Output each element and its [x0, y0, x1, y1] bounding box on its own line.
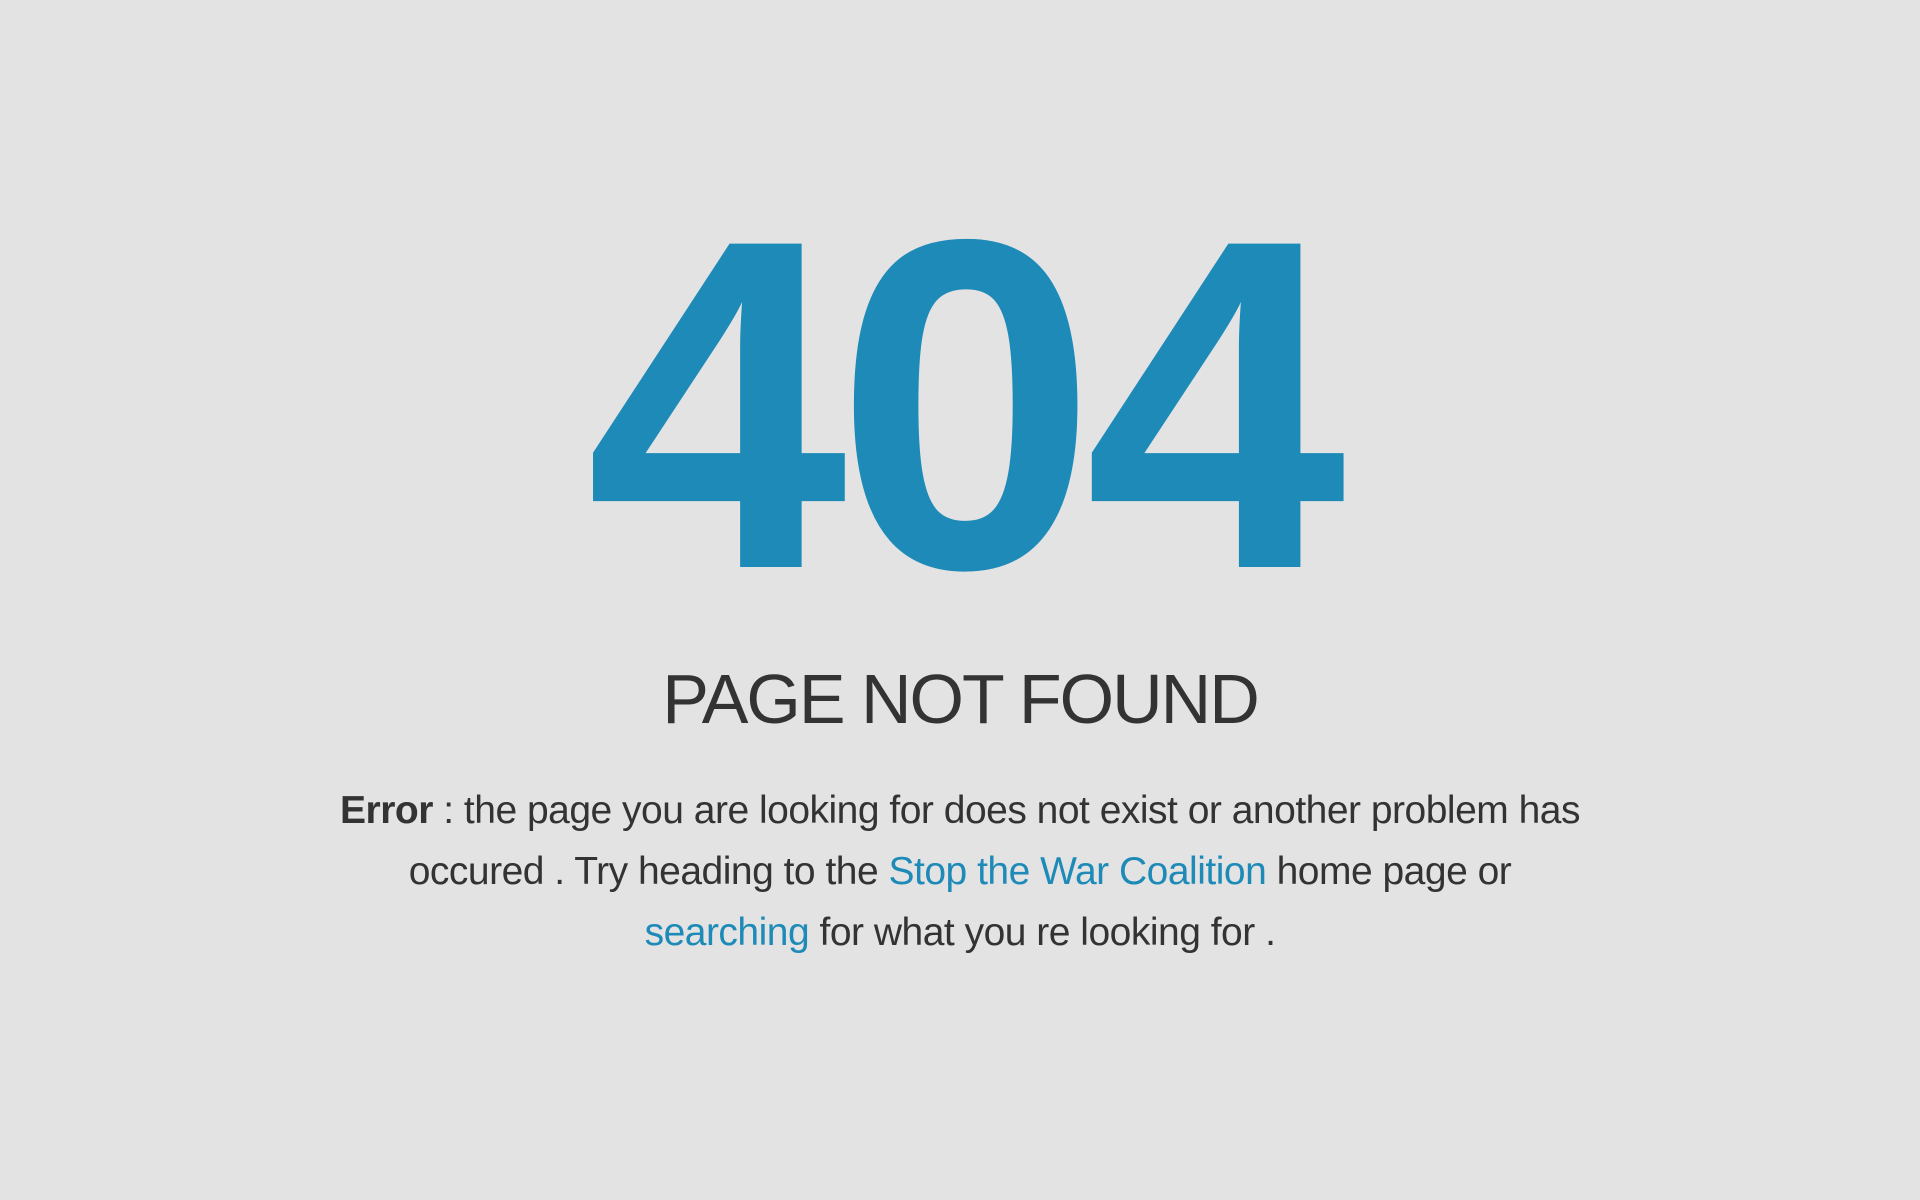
home-link[interactable]: Stop the War Coalition: [889, 850, 1267, 893]
search-link[interactable]: searching: [645, 911, 810, 954]
error-message: Error : the page you are looking for doe…: [340, 780, 1580, 963]
error-label: Error: [340, 789, 433, 832]
message-text-2: home page or: [1266, 850, 1512, 893]
page-title: PAGE NOT FOUND: [662, 660, 1260, 738]
message-text-3: for what you re looking for .: [809, 911, 1276, 954]
not-found-page: 404 PAGE NOT FOUND Error : the page you …: [0, 0, 1920, 1200]
error-code: 404: [585, 142, 1346, 667]
